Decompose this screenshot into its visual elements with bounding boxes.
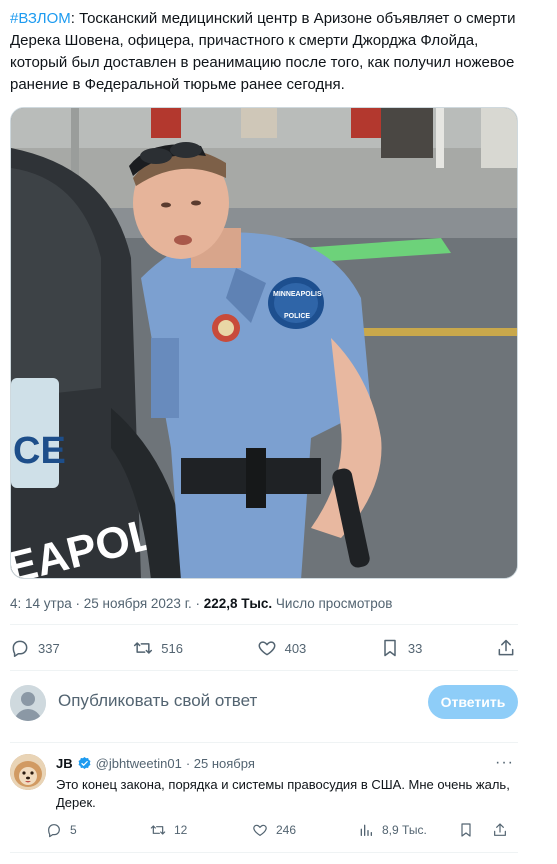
avatar bbox=[10, 685, 46, 721]
bookmark-icon bbox=[384, 639, 396, 657]
tweet-meta: 4: 14 утра · 25 ноября 2023 г. · 222,8 Т… bbox=[10, 596, 393, 611]
hashtag-link[interactable]: #ВЗЛОМ bbox=[10, 10, 71, 27]
reply-views-button[interactable]: 8,9 Тыс. bbox=[358, 822, 427, 838]
tweet-text: #ВЗЛОМ: Тосканский медицинский центр в А… bbox=[10, 8, 530, 96]
reply-author-handle[interactable]: @jbhtweetin01 bbox=[96, 756, 182, 771]
reply-reply-button[interactable]: 5 bbox=[46, 822, 77, 838]
divider bbox=[10, 624, 518, 625]
reply-author-name[interactable]: JB bbox=[56, 756, 73, 771]
bookmark-count: 33 bbox=[407, 640, 423, 656]
tweet-body: : Тосканский медицинский центр в Аризоне… bbox=[10, 10, 516, 93]
bookmark-button[interactable]: 33 bbox=[380, 638, 422, 658]
divider bbox=[10, 852, 518, 853]
heart-icon bbox=[258, 641, 276, 656]
reply-views-count: 8,9 Тыс. bbox=[382, 823, 427, 837]
reply-button[interactable]: 337 bbox=[10, 638, 60, 658]
reply-composer: Опубликовать свой ответ Ответить bbox=[10, 683, 518, 723]
dog-avatar-icon bbox=[10, 754, 46, 790]
reply-icon bbox=[12, 640, 28, 657]
reply-count: 337 bbox=[38, 640, 60, 656]
heart-icon bbox=[253, 824, 267, 836]
share-button[interactable] bbox=[496, 638, 516, 658]
reply-like-button[interactable]: 246 bbox=[252, 822, 296, 838]
police-officer-photo: CE EAPOLIS MINNEAPOLIS POLICE bbox=[11, 108, 517, 578]
reply-retweet-count: 12 bbox=[174, 823, 188, 837]
views-count: 222,8 Тыс. bbox=[203, 596, 273, 611]
views-chart-icon bbox=[360, 824, 372, 836]
tweet-timestamp[interactable]: 4: 14 утра · 25 ноября 2023 г. bbox=[10, 596, 192, 611]
more-options-icon[interactable]: ··· bbox=[495, 754, 514, 772]
reply-retweet-button[interactable]: 12 bbox=[150, 822, 187, 838]
like-button[interactable]: 403 bbox=[257, 638, 307, 658]
reply-date[interactable]: · 25 ноября bbox=[186, 756, 255, 771]
avatar[interactable] bbox=[10, 754, 46, 790]
reply-actions: 5 12 246 8,9 Тыс. bbox=[46, 822, 518, 842]
reply-icon bbox=[48, 824, 60, 838]
default-avatar-icon bbox=[10, 685, 46, 721]
retweet-button[interactable]: 516 bbox=[133, 638, 183, 658]
reply-input[interactable]: Опубликовать свой ответ bbox=[58, 691, 257, 711]
reply-like-count: 246 bbox=[276, 823, 297, 837]
share-icon bbox=[498, 639, 514, 656]
reply-reply-count: 5 bbox=[70, 823, 77, 837]
retweet-count: 516 bbox=[161, 640, 183, 656]
share-icon bbox=[494, 823, 506, 836]
verified-badge-icon bbox=[78, 756, 91, 769]
tweet-photo[interactable]: CE EAPOLIS MINNEAPOLIS POLICE bbox=[10, 107, 518, 579]
divider bbox=[10, 670, 518, 671]
svg-text:POLICE: POLICE bbox=[284, 313, 310, 320]
reply-share-button[interactable] bbox=[492, 822, 508, 838]
bookmark-icon bbox=[461, 823, 471, 837]
retweet-icon bbox=[150, 825, 166, 835]
tweet-actions: 337 516 403 33 bbox=[10, 636, 518, 660]
like-count: 403 bbox=[284, 640, 307, 656]
reply-header: JB @jbhtweetin01 · 25 ноября bbox=[56, 756, 255, 771]
svg-text:MINNEAPOLIS: MINNEAPOLIS bbox=[273, 291, 322, 298]
reply-text: Это конец закона, порядка и системы прав… bbox=[56, 777, 510, 810]
retweet-icon bbox=[134, 642, 153, 654]
views-label: Число просмотров bbox=[275, 596, 393, 611]
plate-text: CE bbox=[13, 430, 66, 472]
reply-submit-button[interactable]: Ответить bbox=[428, 685, 518, 719]
divider bbox=[10, 742, 518, 743]
reply-bookmark-button[interactable] bbox=[458, 822, 474, 838]
